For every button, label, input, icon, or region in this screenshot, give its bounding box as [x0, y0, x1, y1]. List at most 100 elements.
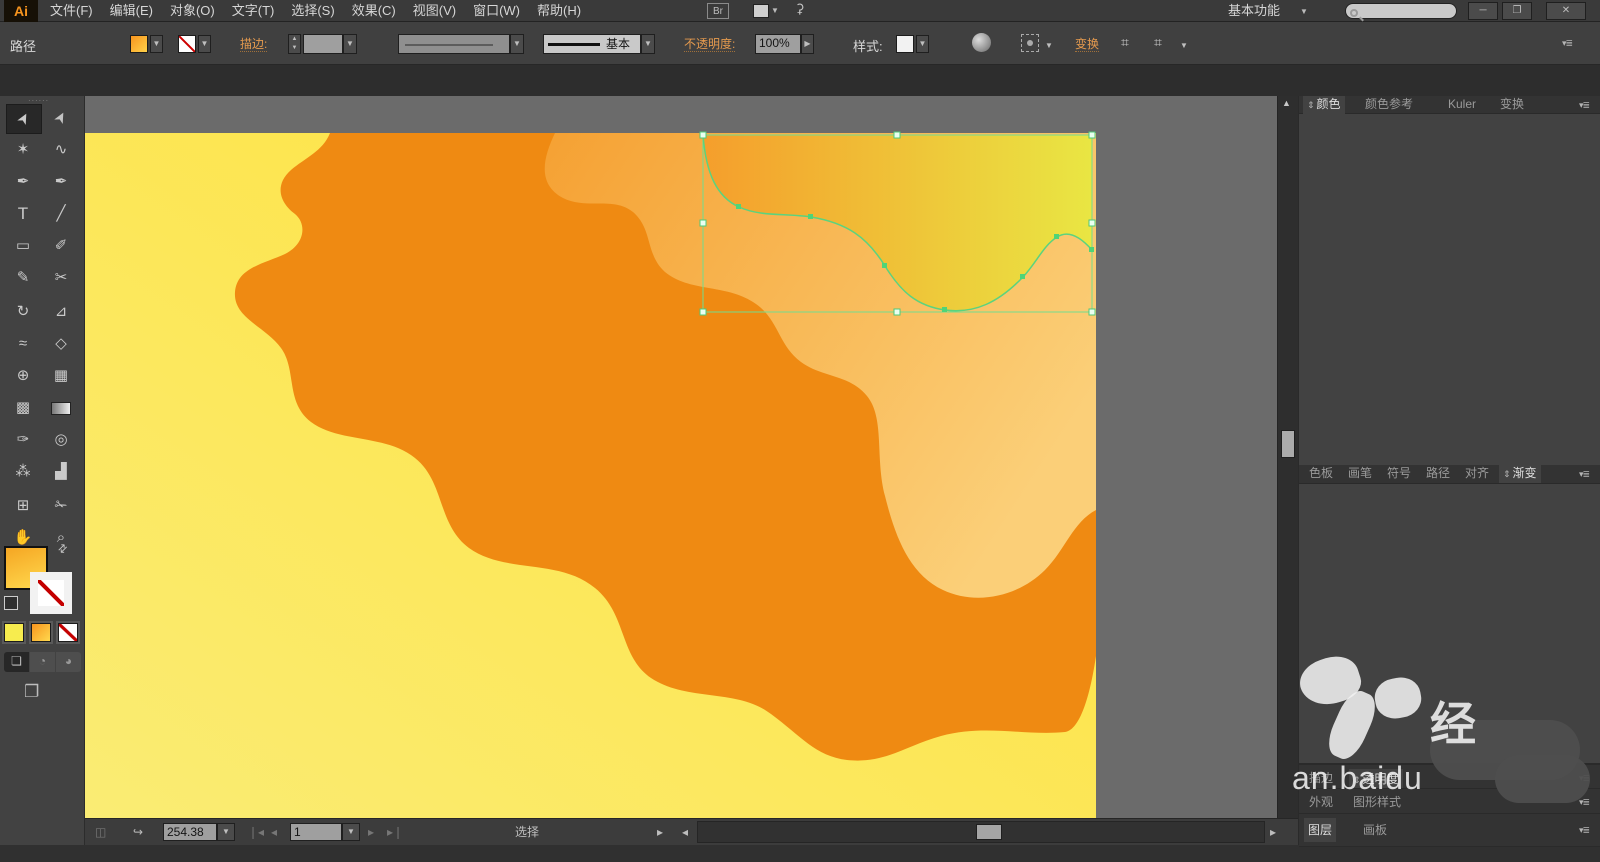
menu-help[interactable]: 帮助(H): [537, 0, 581, 22]
draw-inside-mode-button[interactable]: ◕: [56, 652, 81, 672]
tab-color[interactable]: 颜色: [1303, 96, 1345, 114]
canvas[interactable]: [85, 96, 1277, 818]
prev-artboard-icon[interactable]: ◂: [271, 819, 277, 846]
first-artboard-icon[interactable]: ❘◂: [248, 819, 264, 846]
draw-behind-mode-button[interactable]: ◔: [30, 652, 55, 672]
tab-layers[interactable]: 图层: [1304, 818, 1337, 842]
opacity-panel-link[interactable]: 不透明度:: [684, 37, 736, 52]
search-input[interactable]: [1345, 3, 1457, 19]
gradient-panel-menu-icon[interactable]: ▾≣: [1579, 469, 1590, 480]
workspace-switcher[interactable]: 基本功能: [1228, 0, 1280, 22]
style-arrow-icon[interactable]: ▼: [916, 35, 929, 53]
pen-tool[interactable]: ✒: [6, 168, 40, 196]
type-tool[interactable]: T: [6, 200, 40, 228]
next-artboard-icon[interactable]: ▸: [368, 819, 374, 846]
opacity-field[interactable]: 100%: [755, 34, 801, 54]
tab-gradient[interactable]: 渐变: [1499, 465, 1541, 483]
tab-appearance[interactable]: 外观: [1305, 794, 1337, 811]
zoom-level-field[interactable]: 254.38: [163, 823, 217, 841]
style-swatch[interactable]: [896, 35, 914, 53]
symbol-sprayer-tool[interactable]: ⁂: [6, 458, 40, 486]
hscroll-right-icon[interactable]: ▸: [1270, 819, 1276, 846]
width-tool[interactable]: ≈: [6, 330, 40, 358]
width-profile-arrow-icon[interactable]: ▼: [510, 34, 524, 54]
brush-definition-dropdown[interactable]: 基本: [543, 34, 641, 54]
transparency-panel-menu-icon[interactable]: ▾≣: [1579, 773, 1590, 784]
tab-transparency[interactable]: 透明度: [1349, 769, 1403, 790]
tab-graphic-styles[interactable]: 图形样式: [1349, 794, 1405, 811]
stroke-weight-field[interactable]: [303, 34, 343, 54]
tab-align[interactable]: 对齐: [1461, 465, 1493, 482]
appearance-panel-menu-icon[interactable]: ▾≣: [1579, 797, 1590, 808]
tab-transform[interactable]: 变换: [1496, 96, 1528, 113]
scale-tool[interactable]: ⊿: [44, 298, 78, 326]
menu-object[interactable]: 对象(O): [170, 0, 215, 22]
last-artboard-icon[interactable]: ▸❘: [387, 819, 403, 846]
menu-effect[interactable]: 效果(C): [352, 0, 396, 22]
vertical-scrollbar[interactable]: ▲: [1277, 96, 1298, 818]
rectangle-tool[interactable]: ▭: [6, 232, 40, 260]
blend-tool[interactable]: ◎: [44, 426, 78, 454]
shape-builder-tool[interactable]: ⊕: [6, 362, 40, 390]
direct-selection-tool[interactable]: ➤: [44, 104, 78, 132]
status-share-icon[interactable]: ↪: [133, 819, 143, 846]
align-vertical-icon[interactable]: ⌗: [1154, 34, 1162, 51]
scissors-tool[interactable]: ✂: [44, 264, 78, 292]
mesh-tool[interactable]: ▩: [6, 394, 40, 422]
tab-artboards[interactable]: 画板: [1359, 822, 1391, 839]
menu-window[interactable]: 窗口(W): [473, 0, 520, 22]
width-profile-dropdown[interactable]: [398, 34, 510, 54]
window-close-button[interactable]: ✕: [1546, 2, 1586, 20]
arrange-documents-arrow-icon[interactable]: ▼: [771, 6, 779, 15]
curvature-pen-tool[interactable]: ✒: [44, 168, 78, 196]
magic-wand-tool[interactable]: ✶: [6, 136, 40, 164]
fill-color-swatch[interactable]: [130, 35, 148, 53]
menu-file[interactable]: 文件(F): [50, 0, 93, 22]
color-panel-menu-icon[interactable]: ▾≣: [1579, 100, 1590, 111]
slice-tool[interactable]: ✁: [44, 492, 78, 520]
lasso-tool[interactable]: ∿: [44, 136, 78, 164]
cs-live-icon[interactable]: ⚳: [795, 1, 805, 17]
free-transform-tool[interactable]: ◇: [44, 330, 78, 358]
tab-kuler[interactable]: Kuler: [1444, 96, 1480, 113]
vertical-scroll-thumb[interactable]: [1281, 430, 1295, 458]
menu-type[interactable]: 文字(T): [232, 0, 275, 22]
gradient-mode-button[interactable]: [29, 621, 53, 644]
tab-symbols[interactable]: 符号: [1383, 465, 1415, 482]
fill-color-arrow-icon[interactable]: ▼: [150, 35, 163, 53]
status-expand-icon[interactable]: ▸: [657, 819, 663, 846]
artboard-number-field[interactable]: 1: [290, 823, 342, 841]
stroke-weight-stepper[interactable]: ▲ ▼: [288, 34, 301, 54]
stroke-color-arrow-icon[interactable]: ▼: [198, 35, 211, 53]
layers-panel-menu-icon[interactable]: ▾≣: [1579, 825, 1590, 836]
stroke-weight-arrow-icon[interactable]: ▼: [343, 34, 357, 54]
screen-mode-button[interactable]: ❐: [24, 682, 39, 702]
draw-normal-mode-button[interactable]: ❏: [4, 652, 29, 672]
isolate-selection-arrow-icon[interactable]: ▼: [1043, 38, 1055, 50]
window-restore-button[interactable]: ❐: [1502, 2, 1532, 20]
menu-view[interactable]: 视图(V): [413, 0, 456, 22]
scroll-up-icon[interactable]: ▲: [1282, 98, 1291, 108]
menu-edit[interactable]: 编辑(E): [110, 0, 153, 22]
pencil-tool[interactable]: ✎: [6, 264, 40, 292]
tab-color-guide[interactable]: 颜色参考: [1361, 96, 1417, 113]
arrange-documents-icon[interactable]: [753, 4, 769, 18]
gradient-tool[interactable]: [44, 394, 78, 422]
hscroll-left-icon[interactable]: ◂: [682, 819, 688, 846]
stroke-none-swatch[interactable]: [178, 35, 196, 53]
zoom-level-arrow-icon[interactable]: ▼: [217, 823, 235, 841]
status-device-icon[interactable]: ◫: [95, 819, 106, 846]
rotate-tool[interactable]: ↻: [6, 298, 40, 326]
tab-brushes[interactable]: 画笔: [1344, 465, 1376, 482]
selection-tool[interactable]: ➤: [6, 104, 42, 134]
menu-select[interactable]: 选择(S): [291, 0, 334, 22]
window-minimize-button[interactable]: ─: [1468, 2, 1498, 20]
horizontal-scrollbar[interactable]: [697, 821, 1265, 843]
none-mode-button[interactable]: [56, 621, 80, 644]
artboard-tool[interactable]: ⊞: [6, 492, 40, 520]
control-panel-menu-icon[interactable]: ▾≣: [1562, 38, 1573, 49]
align-arrow-icon[interactable]: ▼: [1178, 38, 1190, 50]
perspective-grid-tool[interactable]: ▦: [44, 362, 78, 390]
tab-stroke[interactable]: 描边: [1305, 770, 1337, 787]
artboard-number-arrow-icon[interactable]: ▼: [342, 823, 360, 841]
